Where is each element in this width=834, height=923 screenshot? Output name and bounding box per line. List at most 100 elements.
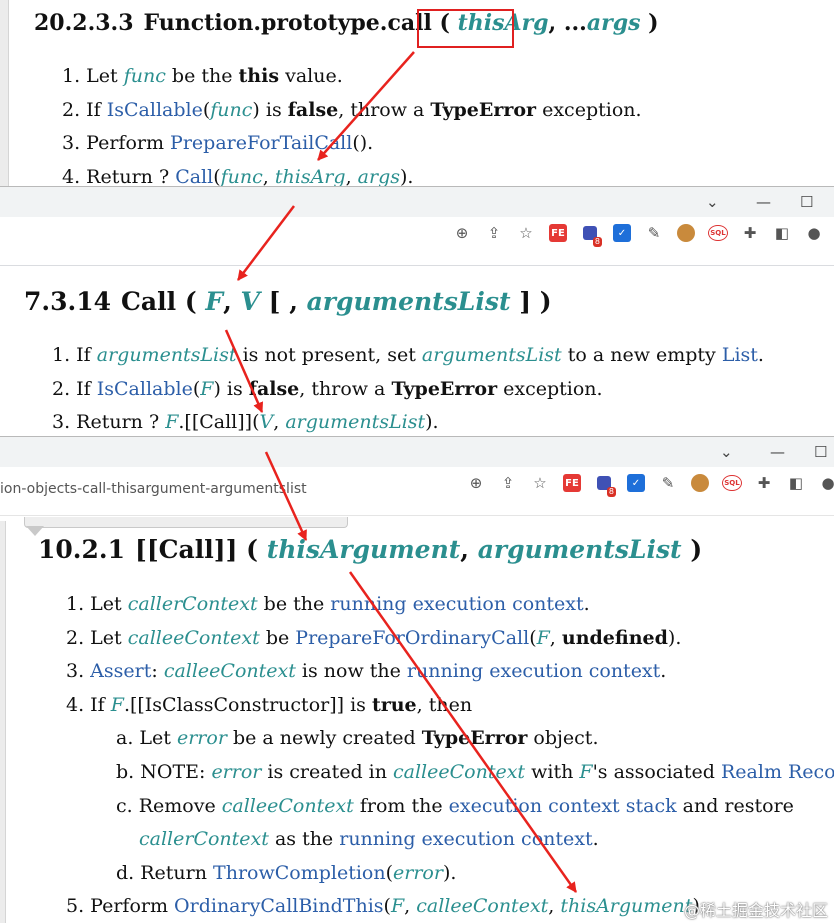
variable-ref[interactable]: func	[221, 166, 263, 186]
variable-ref[interactable]: F	[200, 378, 213, 400]
variable-ref[interactable]: calleeContext	[393, 761, 525, 783]
variable-ref[interactable]: error	[177, 727, 227, 749]
minimize-button[interactable]: —	[770, 443, 785, 461]
variable-ref[interactable]: calleeContext	[416, 895, 548, 917]
spec-link[interactable]: PrepareForOrdinaryCall	[295, 627, 529, 649]
spec-link[interactable]: PrepareForTailCall	[170, 132, 352, 154]
extension-pocket-icon[interactable]: ✓	[620, 471, 652, 495]
variable-ref[interactable]: argumentsList	[422, 344, 562, 366]
extension-fe-label: FE	[563, 474, 581, 492]
eyedropper-icon[interactable]: ✎	[652, 471, 684, 495]
variable-ref[interactable]: F	[111, 694, 124, 716]
extension-pocket-icon[interactable]: ✓	[606, 221, 638, 245]
eyedropper-icon[interactable]: ✎	[638, 221, 670, 245]
step-number: 2.	[66, 626, 91, 649]
spec-link[interactable]: running execution context	[339, 828, 592, 850]
browser-window-call: ⌄ — ☐ ⊕ ⇪ ☆ FE 8 ✓ ✎ SQL ✚ ◧ ● 7.3.14 Cal…	[0, 186, 834, 437]
variable-ref[interactable]: V	[260, 411, 274, 433]
variable-ref[interactable]: func	[210, 99, 252, 121]
param-V[interactable]: V	[241, 287, 260, 316]
step-text: ,	[262, 165, 275, 186]
bookmark-star-icon[interactable]: ☆	[510, 221, 542, 245]
extension-sql-icon[interactable]: SQL	[716, 471, 748, 495]
spec-link[interactable]: List	[722, 344, 758, 366]
variable-ref[interactable]: F	[391, 895, 404, 917]
variable-ref[interactable]: callerContext	[128, 593, 258, 615]
side-panel-icon[interactable]: ◧	[780, 471, 812, 495]
variable-ref[interactable]: error	[211, 761, 261, 783]
keyword: false	[248, 377, 300, 400]
cookie-icon[interactable]	[670, 221, 702, 245]
step-number: 2.	[52, 377, 77, 400]
bookmark-star-icon[interactable]: ☆	[524, 471, 556, 495]
chevron-down-icon[interactable]: ⌄	[720, 443, 733, 461]
spec-link[interactable]: execution context stack	[449, 795, 677, 817]
extension-sql-icon[interactable]: SQL	[702, 221, 734, 245]
param-thisArgument[interactable]: thisArgument	[267, 535, 461, 564]
variable-ref[interactable]: callerContext	[139, 828, 269, 850]
variable-ref[interactable]: calleeContext	[222, 795, 354, 817]
window-title-bar: ⌄ — ☐	[0, 437, 834, 467]
extension-grid-icon[interactable]: 8	[588, 471, 620, 497]
variable-ref[interactable]: calleeContext	[164, 660, 296, 682]
profile-avatar-icon[interactable]: ●	[798, 221, 830, 245]
maximize-button[interactable]: ☐	[800, 193, 813, 211]
extension-fe-icon[interactable]: FE	[542, 221, 574, 245]
spec-link[interactable]: ThrowCompletion	[213, 862, 386, 884]
spec-link[interactable]: Assert	[90, 660, 151, 682]
spec-link[interactable]: Call	[175, 166, 213, 186]
step-text: NOTE:	[140, 760, 212, 783]
variable-ref[interactable]: argumentsList	[285, 411, 425, 433]
maximize-button[interactable]: ☐	[814, 443, 827, 461]
pocket-square: ✓	[613, 224, 631, 242]
side-panel-icon[interactable]: ◧	[766, 221, 798, 245]
extension-fe-icon[interactable]: FE	[556, 471, 588, 495]
watermark: @稀土掘金技术社区	[683, 901, 828, 920]
variable-ref[interactable]: F	[165, 411, 178, 433]
zoom-icon[interactable]: ⊕	[446, 221, 478, 245]
step-text: ,	[549, 626, 562, 649]
spec-link[interactable]: Realm Record	[721, 761, 834, 783]
address-bar-row: ion-objects-call-thisargument-argumentsl…	[0, 467, 834, 516]
url-text[interactable]: ion-objects-call-thisargument-argumentsl…	[0, 481, 307, 497]
variable-ref[interactable]: F	[579, 761, 592, 783]
spec-link[interactable]: IsCallable	[107, 99, 203, 121]
spec-link[interactable]: running execution context	[407, 660, 660, 682]
spec-link[interactable]: IsCallable	[97, 378, 193, 400]
param-F[interactable]: F	[205, 287, 223, 316]
step-text: Perform	[90, 895, 175, 918]
param-args[interactable]: args	[587, 10, 641, 36]
minimize-button[interactable]: —	[756, 193, 771, 211]
variable-ref[interactable]: error	[393, 862, 443, 884]
variable-ref[interactable]: argumentsList	[97, 344, 237, 366]
extension-fe-label: FE	[549, 224, 567, 242]
spec-link[interactable]: running execution context	[330, 593, 583, 615]
chevron-down-icon[interactable]: ⌄	[706, 193, 719, 211]
variable-ref[interactable]: args	[358, 166, 400, 186]
param-argumentsList[interactable]: argumentsList	[307, 287, 511, 316]
step-text: ,	[273, 411, 286, 434]
step-text: Let	[86, 65, 124, 87]
step-text: to a new empty	[561, 344, 722, 366]
variable-ref[interactable]: thisArg	[275, 166, 346, 186]
variable-ref[interactable]: thisArgument	[560, 895, 692, 917]
param-argumentsList[interactable]: argumentsList	[478, 535, 682, 564]
zoom-icon[interactable]: ⊕	[460, 471, 492, 495]
cookie-icon[interactable]	[684, 471, 716, 495]
cookie-shape	[677, 224, 695, 242]
algorithm-step: 1. Let callerContext be the running exec…	[66, 588, 834, 622]
extension-grid-icon[interactable]: 8	[574, 221, 606, 247]
puzzle-extensions-icon[interactable]: ✚	[734, 221, 766, 245]
variable-ref[interactable]: calleeContext	[128, 627, 260, 649]
variable-ref[interactable]: F	[537, 627, 550, 649]
paren-close: )	[648, 10, 659, 36]
profile-avatar-icon[interactable]: ●	[812, 471, 834, 495]
spec-link[interactable]: OrdinaryCallBindThis	[174, 895, 383, 917]
section-number: 7.3.14	[24, 287, 111, 316]
share-icon[interactable]: ⇪	[492, 471, 524, 495]
variable-ref[interactable]: func	[124, 65, 166, 87]
share-icon[interactable]: ⇪	[478, 221, 510, 245]
puzzle-extensions-icon[interactable]: ✚	[748, 471, 780, 495]
scrollbar-track[interactable]	[0, 521, 6, 923]
cookie-shape	[691, 474, 709, 492]
